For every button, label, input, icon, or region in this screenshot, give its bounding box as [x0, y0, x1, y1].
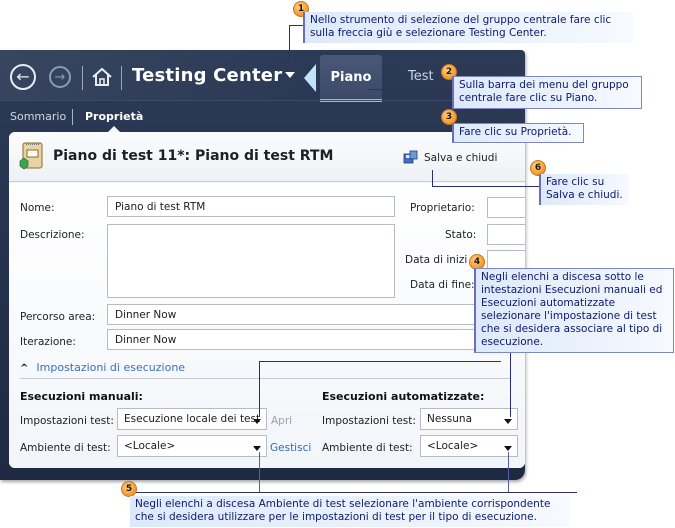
automated-test-settings-label: Impostazioni test: — [322, 415, 416, 427]
chevron-down-icon[interactable] — [285, 72, 295, 78]
test-plan-properties-panel: Piano di test 11*: Piano di test RTM Sal… — [9, 132, 525, 468]
automated-environment-dropdown[interactable]: <Locale> — [420, 435, 518, 457]
proprietario-label: Proprietario: — [410, 202, 475, 214]
callout-leader-line — [131, 492, 577, 493]
forward-arrow-circle-icon: → — [54, 69, 66, 85]
panel-title: Piano di test 11*: Piano di test RTM — [53, 148, 334, 164]
manual-environment-dropdown[interactable]: <Locale> — [117, 435, 267, 457]
descrizione-label: Descrizione: — [20, 229, 85, 241]
manual-test-settings-dropdown[interactable]: Esecuzione locale dei test — [117, 408, 267, 430]
manage-link[interactable]: Gestisci — [270, 442, 311, 454]
callout-leader-line — [145, 131, 453, 132]
run-settings-section-toggle[interactable]: ^ Impostazioni di esecuzione — [20, 361, 185, 374]
home-icon[interactable] — [90, 65, 114, 89]
stato-label: Stato: — [445, 229, 477, 241]
manual-test-settings-value: Esecuzione locale dei test — [124, 413, 261, 425]
section-divider — [20, 378, 510, 379]
manual-runs-heading: Esecuzioni manuali: — [20, 390, 143, 403]
callout-leader-line — [289, 25, 290, 67]
chevron-down-icon — [504, 419, 512, 424]
automated-test-settings-value: Nessuna — [427, 413, 472, 425]
forward-button[interactable]: → — [49, 66, 71, 88]
callout-leader-line — [432, 186, 540, 187]
nome-label: Nome: — [20, 202, 55, 214]
automated-test-settings-dropdown[interactable]: Nessuna — [420, 408, 518, 430]
save-and-close-button[interactable]: Salva e chiudi — [424, 152, 497, 164]
callout-note-3: Fare clic su Proprietà. — [452, 123, 584, 143]
callout-leader-line — [508, 452, 509, 492]
manual-test-settings-label: Impostazioni test: — [20, 415, 114, 427]
callout-note-2: Sulla barra dei menu del gruppo centrale… — [452, 76, 642, 109]
nome-input[interactable]: Piano di test RTM — [107, 196, 395, 217]
automated-runs-heading: Esecuzioni automatizzate: — [322, 390, 485, 403]
tab-piano-label: Piano — [330, 70, 372, 85]
callout-note-6: Fare clic su Salva e chiudi. — [539, 174, 629, 205]
callout-leader-line — [259, 361, 260, 417]
proprietario-input[interactable] — [487, 197, 525, 218]
manual-environment-label: Ambiente di test: — [20, 442, 111, 454]
percorso-area-label: Percorso area: — [20, 311, 96, 323]
callout-badge-5: 5 — [121, 481, 137, 497]
callout-leader-line — [259, 452, 260, 492]
chevron-down-icon — [253, 419, 261, 424]
automated-environment-value: <Locale> — [427, 440, 479, 452]
data-inizio-label: Data di inizi — [405, 254, 468, 266]
iterazione-input[interactable]: Dinner Now — [107, 329, 525, 350]
descrizione-textarea[interactable] — [107, 224, 395, 298]
data-fine-label: Data di fine: — [410, 279, 475, 291]
subnav-proprieta[interactable]: Proprietà — [85, 110, 143, 123]
app-title: Testing Center — [132, 65, 283, 86]
panel-header: Piano di test 11*: Piano di test RTM Sal… — [9, 132, 525, 182]
back-button[interactable]: ← — [10, 64, 36, 90]
open-link[interactable]: Apri — [271, 415, 292, 427]
test-plan-icon — [19, 142, 43, 170]
manual-environment-value: <Locale> — [124, 440, 176, 452]
back-arrow-circle-icon: ← — [16, 67, 30, 86]
nav-divider — [82, 66, 83, 90]
subnav-sommario[interactable]: Sommario — [10, 110, 66, 123]
nav-divider — [121, 66, 122, 90]
callout-leader-line — [259, 361, 501, 362]
chevron-up-icon: ^ — [20, 363, 29, 374]
tab-test[interactable]: Test — [408, 69, 434, 84]
save-and-close-icon[interactable] — [403, 150, 419, 164]
percorso-area-input[interactable]: Dinner Now — [107, 304, 525, 325]
callout-leader-line — [432, 170, 433, 187]
subnav-divider — [72, 109, 73, 125]
callout-note-1: Nello strumento di selezione del gruppo … — [303, 12, 633, 43]
callout-note-4: Negli elenchi a discesa sotto le intesta… — [474, 268, 674, 353]
callout-leader-line — [369, 89, 453, 90]
callout-leader-line — [289, 25, 303, 26]
panel-body: Nome: Piano di test RTM Descrizione: Pro… — [9, 183, 525, 468]
tab-piano[interactable]: Piano — [320, 55, 382, 102]
chevron-down-icon — [504, 446, 512, 451]
run-settings-section-label: Impostazioni di esecuzione — [36, 361, 186, 374]
chevron-down-icon — [253, 446, 261, 451]
hub-group-indicator-icon — [304, 64, 316, 92]
iterazione-label: Iterazione: — [20, 336, 76, 348]
automated-environment-label: Ambiente di test: — [322, 442, 413, 454]
stato-input[interactable] — [487, 224, 525, 245]
callout-note-5: Negli elenchi a discesa Ambiente di test… — [130, 496, 570, 527]
